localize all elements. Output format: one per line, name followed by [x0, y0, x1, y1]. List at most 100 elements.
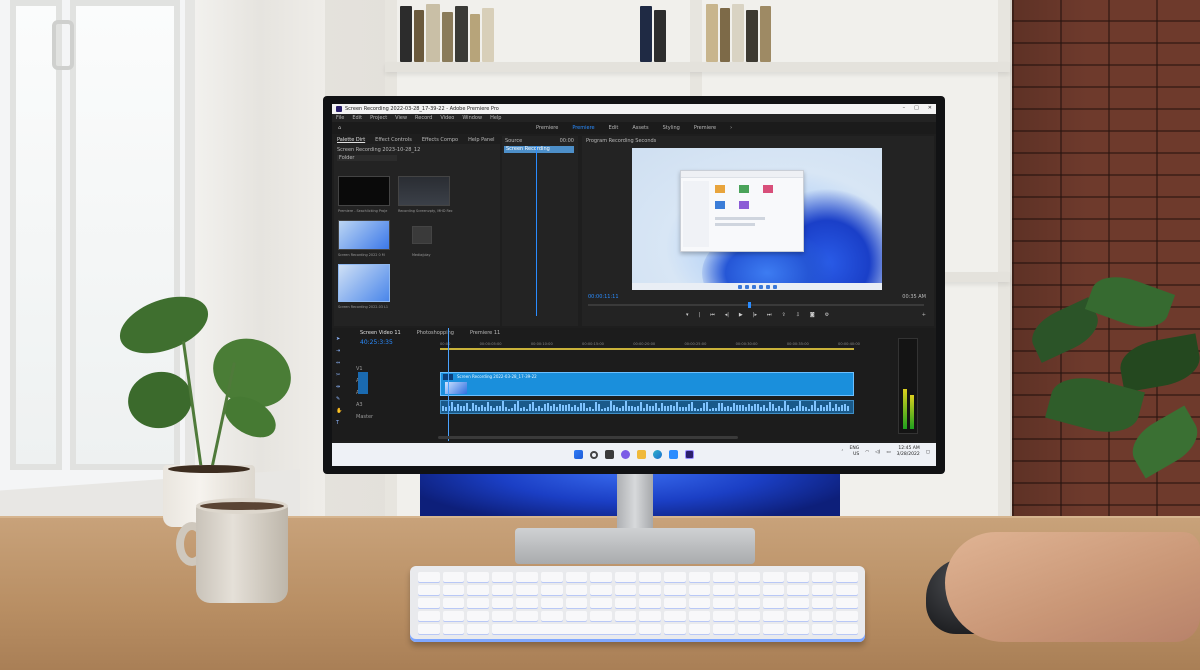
audio-clip[interactable] [440, 400, 854, 414]
workspace-tab-active[interactable]: Premiere [572, 125, 594, 131]
menu-window[interactable]: Window [462, 115, 482, 121]
video-clip[interactable]: Screen Recording 2022-03-28_17-39-22 [440, 372, 854, 396]
media-thumbnail[interactable] [398, 176, 450, 206]
project-panel: Palette Dirt Effect Controls Effects Com… [334, 136, 500, 326]
workspace-tab[interactable]: Premiere [694, 125, 716, 131]
step-back-icon[interactable]: ⏮ [710, 312, 715, 318]
chevron-right-icon[interactable]: › [730, 125, 732, 131]
workspace-tab[interactable]: Premiere [536, 125, 558, 131]
bin-dropdown[interactable]: Folder [337, 155, 397, 161]
program-scrubber[interactable] [588, 302, 924, 308]
store-icon[interactable] [669, 450, 678, 459]
selection-tool-icon[interactable]: ➤ [336, 336, 342, 342]
workspace-tab[interactable]: Assets [632, 125, 648, 131]
waveform-bar [688, 404, 690, 411]
keyboard[interactable] [410, 566, 865, 642]
lift-icon[interactable]: ⇪ [782, 312, 786, 318]
source-header: Source [505, 138, 523, 144]
menu-help[interactable]: Help [490, 115, 501, 121]
tab-effect-controls[interactable]: Effect Controls [375, 137, 412, 143]
extract-icon[interactable]: ⇩ [796, 312, 800, 318]
battery-icon[interactable]: ▭ [886, 450, 890, 455]
edge-icon[interactable] [653, 450, 662, 459]
waveform-bar [814, 401, 816, 411]
type-tool-icon[interactable]: T [336, 420, 342, 426]
menu-file[interactable]: File [336, 115, 344, 121]
add-icon[interactable]: + [922, 312, 926, 318]
scrubber-handle[interactable] [748, 302, 751, 308]
timeline-scrollbar[interactable] [438, 436, 738, 439]
clock[interactable]: 12:45 AM 3/28/2022 [897, 446, 920, 458]
waveform-bar [511, 408, 513, 411]
menu-view[interactable]: View [395, 115, 407, 121]
step-forward-icon[interactable]: ⏭ [767, 312, 772, 318]
chat-icon[interactable] [621, 450, 630, 459]
media-thumbnail[interactable] [338, 176, 390, 206]
timeline-tab-active[interactable]: Screen Video 11 [360, 330, 401, 336]
source-clip[interactable]: Screen Recording [504, 146, 574, 153]
mark-out-icon[interactable]: | [699, 312, 701, 318]
track-select-icon[interactable]: ⇥ [336, 348, 342, 354]
notification-icon[interactable]: ▢ [926, 450, 930, 455]
volume-icon[interactable]: ◁) [875, 450, 880, 455]
close-icon[interactable]: ✕ [928, 105, 932, 111]
waveform-bar [556, 407, 558, 411]
razor-icon[interactable]: ✂ [336, 372, 342, 378]
pen-tool-icon[interactable]: ✎ [336, 396, 342, 402]
mark-in-icon[interactable]: ▾ [686, 312, 689, 318]
menu-record[interactable]: Record [415, 115, 432, 121]
ripple-edit-icon[interactable]: ⇔ [336, 360, 342, 366]
books [400, 2, 520, 62]
hand-tool-icon[interactable]: ✋ [336, 408, 342, 414]
waveform-bar [592, 408, 594, 411]
tab-project[interactable]: Palette Dirt [337, 137, 365, 143]
wifi-icon[interactable]: ◠ [865, 450, 869, 455]
settings-icon[interactable]: ⚙ [825, 312, 829, 318]
frame-back-icon[interactable]: ◂| [725, 312, 729, 318]
waveform-bar [478, 406, 480, 411]
media-thumbnail[interactable] [338, 220, 390, 250]
workspace-tab[interactable]: Edit [609, 125, 619, 131]
menu-video[interactable]: Video [440, 115, 454, 121]
waveform-bar [613, 404, 615, 411]
track-target[interactable] [358, 372, 368, 394]
timeline-tab[interactable]: Premiere 11 [470, 330, 500, 336]
waveform-bar [523, 407, 525, 411]
bin-name: Screen Recording 2023-10-28_12 [337, 147, 421, 153]
playhead[interactable] [448, 328, 449, 441]
play-icon[interactable]: ▶ [739, 312, 743, 318]
premiere-taskbar-icon[interactable] [685, 450, 694, 459]
task-view-icon[interactable] [605, 450, 614, 459]
camera-icon[interactable]: ◙ [810, 312, 815, 318]
waveform-bar [694, 407, 696, 411]
waveform-bar [700, 408, 702, 411]
waveform-bar [574, 405, 576, 411]
start-icon[interactable] [574, 450, 583, 459]
minimize-icon[interactable]: – [903, 105, 906, 111]
chevron-up-icon[interactable]: ˄ [841, 450, 843, 455]
workspace-tab[interactable]: Styling [663, 125, 680, 131]
track-master[interactable]: Master [356, 414, 373, 420]
bin-dropdown-value: Folder [339, 155, 355, 161]
language-indicator[interactable]: ENG US [850, 446, 860, 458]
work-area-bar[interactable] [440, 348, 854, 350]
home-icon[interactable]: ⌂ [338, 125, 341, 131]
file-explorer-icon[interactable] [637, 450, 646, 459]
search-icon[interactable] [590, 450, 598, 459]
waveform-bar [550, 406, 552, 411]
frame-forward-icon[interactable]: |▸ [753, 312, 757, 318]
media-thumbnail-selected[interactable] [338, 264, 390, 302]
tab-help[interactable]: Help Panel [468, 137, 494, 143]
menu-project[interactable]: Project [370, 115, 387, 121]
slip-tool-icon[interactable]: ⇹ [336, 384, 342, 390]
workspace-tabs: Premiere Premiere Edit Assets Styling Pr… [536, 125, 732, 131]
waveform-bar [517, 401, 519, 411]
track-a3[interactable]: A3 [356, 402, 373, 408]
waveform-bar [784, 401, 786, 411]
media-thumbnail[interactable] [412, 226, 432, 244]
waveform-bar [802, 406, 804, 411]
premiere-app-icon [336, 106, 342, 112]
tab-effects[interactable]: Effects Compo [422, 137, 458, 143]
maximize-icon[interactable]: □ [914, 105, 919, 111]
menu-edit[interactable]: Edit [352, 115, 362, 121]
